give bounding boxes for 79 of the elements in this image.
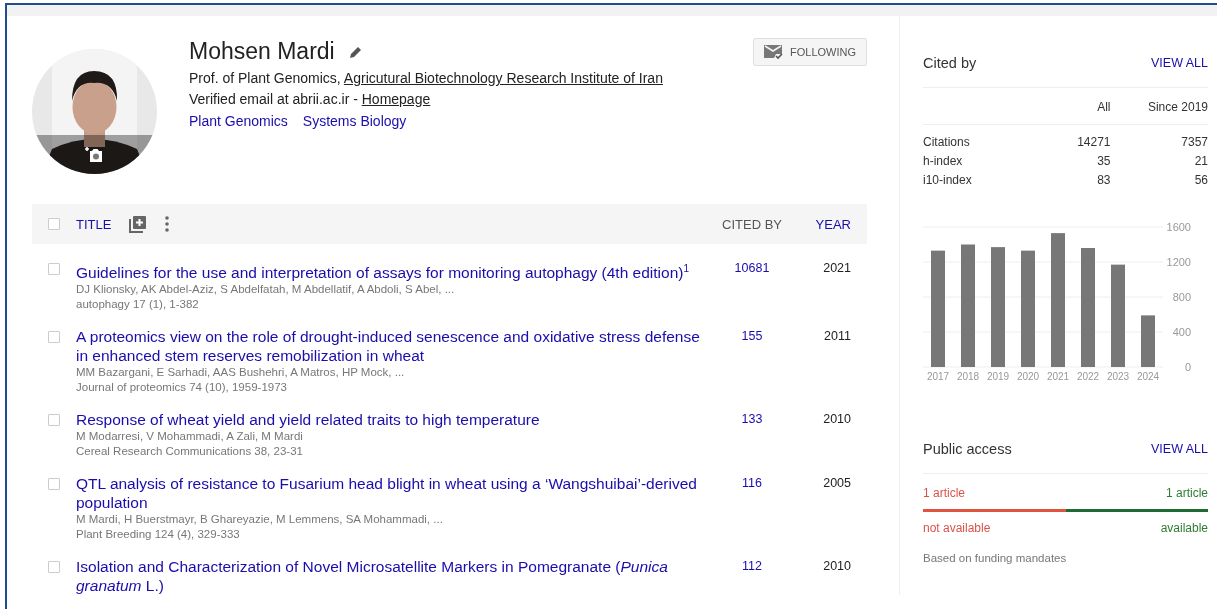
homepage-link[interactable]: Homepage: [361, 91, 431, 107]
interest-link[interactable]: Systems Biology: [302, 113, 407, 129]
mail-icon: [764, 44, 784, 60]
axis-label: 2017: [926, 371, 950, 382]
status-text: not available: [923, 521, 991, 535]
checkbox[interactable]: [48, 478, 60, 491]
axis-label: 1600: [1166, 221, 1191, 233]
metric-label: Citations: [923, 135, 971, 149]
section-title: Public access: [923, 441, 1012, 457]
metric-value: 7357: [1180, 135, 1208, 149]
year-text: 2021: [822, 260, 852, 277]
axis-label: 0: [1184, 361, 1191, 373]
profile-name: Mohsen Mardi: [189, 38, 335, 65]
article-title-link[interactable]: Guidelines for the use and interpretation of assays for monitoring autophagy (4th edition)$^{1}$: [76, 259, 707, 283]
axis-label: 2018: [956, 371, 980, 382]
article-title-link[interactable]: Response of wheat yield and yield related traits to high temperature: [76, 410, 707, 430]
checkbox[interactable]: [48, 263, 60, 275]
cited-by-link[interactable]: 10681: [707, 259, 797, 313]
add-photo-icon[interactable]: [84, 145, 104, 163]
authors-text: M Mardi, H Buerstmayr, B Ghareyazie, M Lemmens, SA Mohammadi, ...: [76, 512, 444, 528]
add-icon[interactable]: [129, 215, 148, 233]
more-icon[interactable]: [165, 216, 170, 232]
interest-link[interactable]: Plant Genomics: [189, 113, 288, 129]
column-header: CITED BY: [721, 216, 783, 232]
sort-by-title-link[interactable]: TITLE: [76, 216, 112, 232]
year-text: 2011: [823, 328, 852, 346]
venue-text: autophagy 17 (1), 1-382: [76, 297, 200, 313]
article-title-link[interactable]: A proteomics view on the role of drought-induced senescence and oxidative stress defense in enhanced stem reserves remobilization in wheat: [76, 327, 707, 366]
year-text: 2010: [822, 558, 852, 576]
note-text: Based on funding mandates: [923, 552, 1068, 564]
view-all-link[interactable]: VIEW ALL: [1151, 442, 1208, 456]
authors-text: DJ Klionsky, AK Abdel-Aziz, S Abdelfatah, M Abdellatif, A Abdoli, S Abel, ...: [76, 282, 456, 298]
cited-by-link[interactable]: 133: [707, 410, 797, 460]
follow-button[interactable]: FOLLOWING: [753, 38, 867, 66]
axis-label: 2023: [1106, 371, 1130, 382]
metric-label: i10-index: [923, 173, 973, 187]
axis-label: 2024: [1136, 371, 1160, 382]
metric-value: 14271: [1076, 135, 1111, 149]
axis-label: 2022: [1076, 371, 1100, 382]
axis-label: 2019: [986, 371, 1010, 382]
count-text: 1 article: [923, 486, 966, 500]
venue-text: Journal of proteomics 74 (10), 1959-1973: [76, 380, 288, 396]
column-header: All: [1096, 100, 1111, 114]
sort-by-year-link[interactable]: YEAR: [797, 216, 867, 232]
metric-label: h-index: [923, 154, 964, 168]
axis-label: 2020: [1016, 371, 1040, 382]
axis-label: 800: [1172, 291, 1191, 303]
metric-value: 83: [1096, 173, 1111, 187]
year-text: 2005: [822, 475, 852, 493]
metric-value: 56: [1193, 173, 1208, 187]
affiliation-link[interactable]: Agricutural Biotechnology Research Institute of Iran: [343, 70, 663, 86]
axis-label: 400: [1172, 326, 1191, 338]
metric-value: 21: [1193, 154, 1208, 168]
year-text: 2010: [822, 411, 852, 429]
count-text: 1 article: [1165, 486, 1208, 500]
view-all-link[interactable]: VIEW ALL: [1151, 56, 1208, 70]
section-title: Cited by: [923, 55, 977, 71]
cited-by-link[interactable]: 112: [707, 557, 797, 596]
affiliation-text: Prof. of Plant Genomics,: [189, 70, 342, 86]
article-title-link[interactable]: QTL analysis of resistance to Fusarium head blight in wheat using a ‘Wangshuibai’-derived population: [76, 474, 707, 513]
authors-text: MM Bazargani, E Sarhadi, AAS Bushehri, A Matros, HP Mock, ...: [76, 365, 406, 381]
checkbox[interactable]: [48, 331, 60, 344]
checkbox[interactable]: [48, 414, 60, 427]
article-title-link[interactable]: Isolation and Characterization of Novel Microsatellite Markers in Pomegranate (Punica granatum L.): [76, 557, 707, 596]
chart-bar: [1141, 315, 1155, 367]
pencil-icon[interactable]: [348, 44, 363, 59]
metric-value: 35: [1096, 154, 1111, 168]
axis-label: 2021: [1046, 371, 1070, 382]
axis-label: 1200: [1166, 256, 1191, 268]
venue-text: Plant Breeding 124 (4), 329-333: [76, 527, 241, 543]
cited-by-link[interactable]: 155: [707, 327, 797, 396]
cited-by-link[interactable]: 116: [707, 474, 797, 543]
checkbox[interactable]: [48, 218, 60, 230]
checkbox[interactable]: [48, 561, 60, 574]
column-header: Since 2019: [1146, 100, 1208, 114]
status-text: available: [1160, 521, 1208, 535]
venue-text: Cereal Research Communications 38, 23-31: [76, 444, 304, 460]
authors-text: M Modarresi, V Mohammadi, A Zali, M Mardi: [76, 429, 304, 445]
email-text: Verified email at abrii.ac.ir -: [189, 91, 359, 107]
